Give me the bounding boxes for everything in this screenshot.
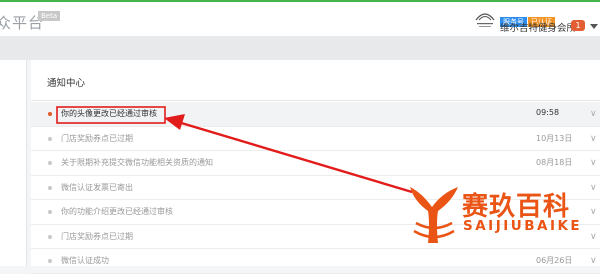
whale-tail-logo-icon [410,187,458,243]
highlight-box [56,106,166,124]
arrowhead-icon [164,114,185,130]
watermark-english: SAIJIUBAIKE [463,218,583,234]
annotation-arrow-line [177,120,413,194]
